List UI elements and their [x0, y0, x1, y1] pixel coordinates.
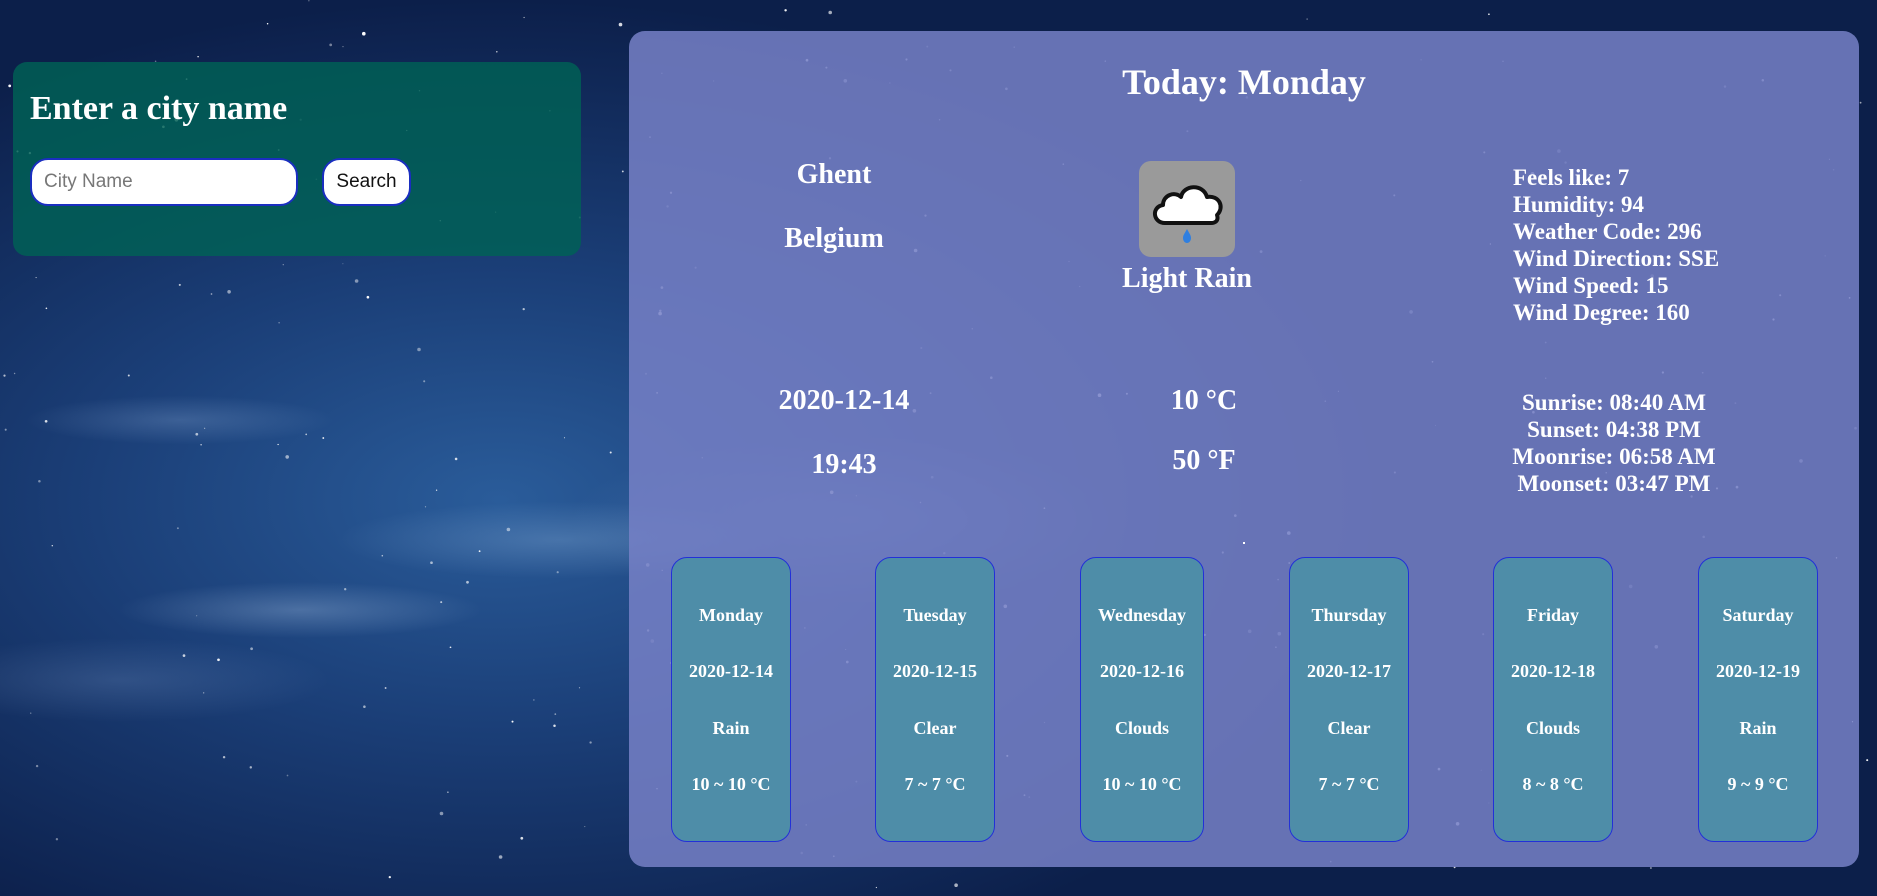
forecast-card-tuesday: Tuesday 2020-12-15 Clear 7 ~ 7 °C [875, 557, 995, 842]
forecast-day: Thursday [1311, 605, 1387, 625]
moonset: Moonset: 03:47 PM [1517, 471, 1711, 496]
city-name: Ghent [796, 159, 872, 190]
wind-speed: Wind Speed: 15 [1513, 273, 1669, 298]
country-name: Belgium [784, 223, 884, 254]
feels-like: Feels like: 7 [1513, 165, 1630, 190]
forecast-temperature: 7 ~ 7 °C [1318, 774, 1380, 794]
forecast-condition: Rain [712, 718, 750, 738]
sunset: Sunset: 04:38 PM [1527, 417, 1701, 442]
forecast-date: 2020-12-16 [1100, 661, 1184, 681]
temperature-fahrenheit: 50 °F [1172, 445, 1236, 476]
forecast-date: 2020-12-17 [1307, 661, 1391, 681]
condition-text: Light Rain [1122, 263, 1252, 294]
forecast-card-friday: Friday 2020-12-18 Clouds 8 ~ 8 °C [1493, 557, 1613, 842]
light-rain-icon [1139, 161, 1235, 257]
forecast-condition: Clear [1327, 718, 1371, 738]
weather-details: Feels like: 7 Humidity: 94 Weather Code:… [1513, 164, 1719, 326]
forecast-card-thursday: Thursday 2020-12-17 Clear 7 ~ 7 °C [1289, 557, 1409, 842]
sunrise: Sunrise: 08:40 AM [1522, 390, 1706, 415]
city-name-input[interactable] [30, 158, 298, 206]
search-row: Search [30, 158, 565, 206]
forecast-condition: Rain [1739, 718, 1777, 738]
forecast-temperature: 7 ~ 7 °C [904, 774, 966, 794]
forecast-temperature: 10 ~ 10 °C [691, 774, 771, 794]
forecast-card-wednesday: Wednesday 2020-12-16 Clouds 10 ~ 10 °C [1080, 557, 1204, 842]
astronomy-info: Sunrise: 08:40 AM Sunset: 04:38 PM Moonr… [1489, 389, 1739, 497]
forecast-date: 2020-12-14 [689, 661, 773, 681]
forecast-condition: Clouds [1525, 718, 1581, 738]
divider-dot [1243, 542, 1245, 544]
search-panel: Enter a city name Search [13, 62, 581, 256]
forecast-day: Monday [698, 605, 763, 625]
forecast-condition: Clear [913, 718, 957, 738]
wind-direction: Wind Direction: SSE [1513, 246, 1720, 271]
weather-panel: Today: Monday Ghent Belgium Light Rain F… [629, 31, 1859, 867]
search-button[interactable]: Search [322, 158, 411, 206]
humidity: Humidity: 94 [1513, 192, 1644, 217]
today-title: Today: Monday [1122, 62, 1366, 102]
temperature-celsius: 10 °C [1170, 385, 1238, 416]
forecast-date: 2020-12-15 [893, 661, 977, 681]
forecast-date: 2020-12-19 [1716, 661, 1800, 681]
forecast-day: Friday [1527, 605, 1579, 625]
forecast-date: 2020-12-18 [1511, 661, 1595, 681]
forecast-temperature: 10 ~ 10 °C [1102, 774, 1182, 794]
current-date: 2020-12-14 [778, 385, 910, 416]
forecast-temperature: 9 ~ 9 °C [1727, 774, 1789, 794]
forecast-card-saturday: Saturday 2020-12-19 Rain 9 ~ 9 °C [1698, 557, 1818, 842]
moonrise: Moonrise: 06:58 AM [1512, 444, 1716, 469]
forecast-card-monday: Monday 2020-12-14 Rain 10 ~ 10 °C [671, 557, 791, 842]
forecast-day: Tuesday [903, 605, 967, 625]
forecast-day: Wednesday [1097, 605, 1187, 625]
forecast-day: Saturday [1722, 605, 1794, 625]
forecast-condition: Clouds [1114, 718, 1170, 738]
weather-code: Weather Code: 296 [1513, 219, 1702, 244]
search-title: Enter a city name [30, 90, 288, 127]
forecast-temperature: 8 ~ 8 °C [1522, 774, 1584, 794]
wind-degree: Wind Degree: 160 [1513, 300, 1690, 325]
current-time: 19:43 [811, 449, 877, 480]
